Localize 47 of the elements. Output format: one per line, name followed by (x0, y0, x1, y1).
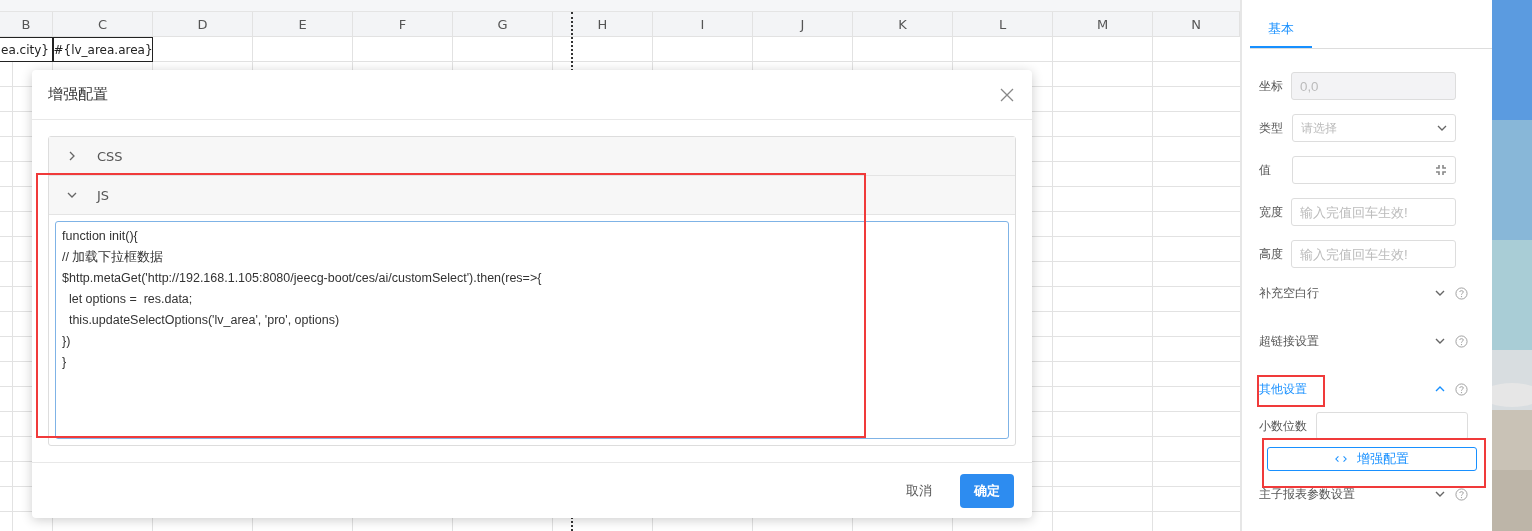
column-header: N (1191, 16, 1201, 32)
chevron-icon (67, 151, 77, 162)
column-header: B (21, 16, 31, 32)
column-header: E (298, 16, 307, 32)
input-field[interactable] (1316, 412, 1468, 440)
input-field[interactable]: 输入完值回车生效! (1291, 240, 1456, 268)
chevron-down-icon (1437, 125, 1447, 131)
column-header: F (398, 16, 407, 32)
field-label: 高度 (1259, 245, 1284, 263)
code-field[interactable]: function init(){ // 加载下拉框数据 $http.metaGet('http://192.168.1.105:8080/jeecg-boot/ces/ai/customSelect').then(res=>{ let options = res.data; this.updateSelectOptions('lv_area', 'pro', options) }) } (55, 221, 1009, 440)
column-header: C (97, 16, 108, 32)
column-header: G (497, 16, 508, 32)
table-cell: ea.city} (0, 37, 53, 62)
close-icon[interactable] (1000, 87, 1014, 102)
column-header: M (1096, 16, 1109, 32)
help-icon[interactable] (1455, 382, 1468, 396)
section-header[interactable]: 超链接设置 (1259, 328, 1468, 354)
column-header: L (998, 16, 1007, 32)
column-header: K (898, 16, 907, 32)
collapse-arrows-icon[interactable] (1435, 164, 1447, 176)
help-icon[interactable] (1455, 334, 1468, 348)
field-label: 宽度 (1259, 203, 1284, 221)
dialog-title: 增强配置 (48, 85, 108, 105)
chevron-icon (1435, 491, 1445, 497)
field-label: 小数位数 (1259, 417, 1308, 435)
chevron-icon (1435, 338, 1445, 344)
code-icon (1335, 455, 1347, 463)
column-header: H (597, 16, 608, 32)
collapse-header[interactable]: JS (49, 176, 1015, 216)
help-icon[interactable] (1455, 487, 1468, 501)
section-header[interactable]: 主子报表参数设置 (1259, 481, 1468, 507)
column-header: I (700, 16, 705, 32)
field-label: 值 (1259, 161, 1272, 179)
cancel-button[interactable]: 取消 (892, 473, 946, 508)
column-header: D (197, 16, 208, 32)
table-cell: #{lv_area.area} (53, 37, 153, 62)
input-field[interactable]: 输入完值回车生效! (1291, 198, 1456, 226)
chevron-icon (1435, 290, 1445, 296)
column-header: J (800, 16, 805, 32)
help-icon[interactable] (1455, 286, 1468, 300)
section-header[interactable]: 补充空白行 (1259, 280, 1468, 306)
chevron-icon (1435, 386, 1445, 392)
field-label: 坐标 (1259, 77, 1284, 95)
field-label: 类型 (1259, 119, 1284, 137)
highlight-frame (1257, 375, 1325, 407)
collapse-header[interactable]: CSS (49, 137, 1015, 177)
value-field[interactable] (1291, 156, 1456, 184)
